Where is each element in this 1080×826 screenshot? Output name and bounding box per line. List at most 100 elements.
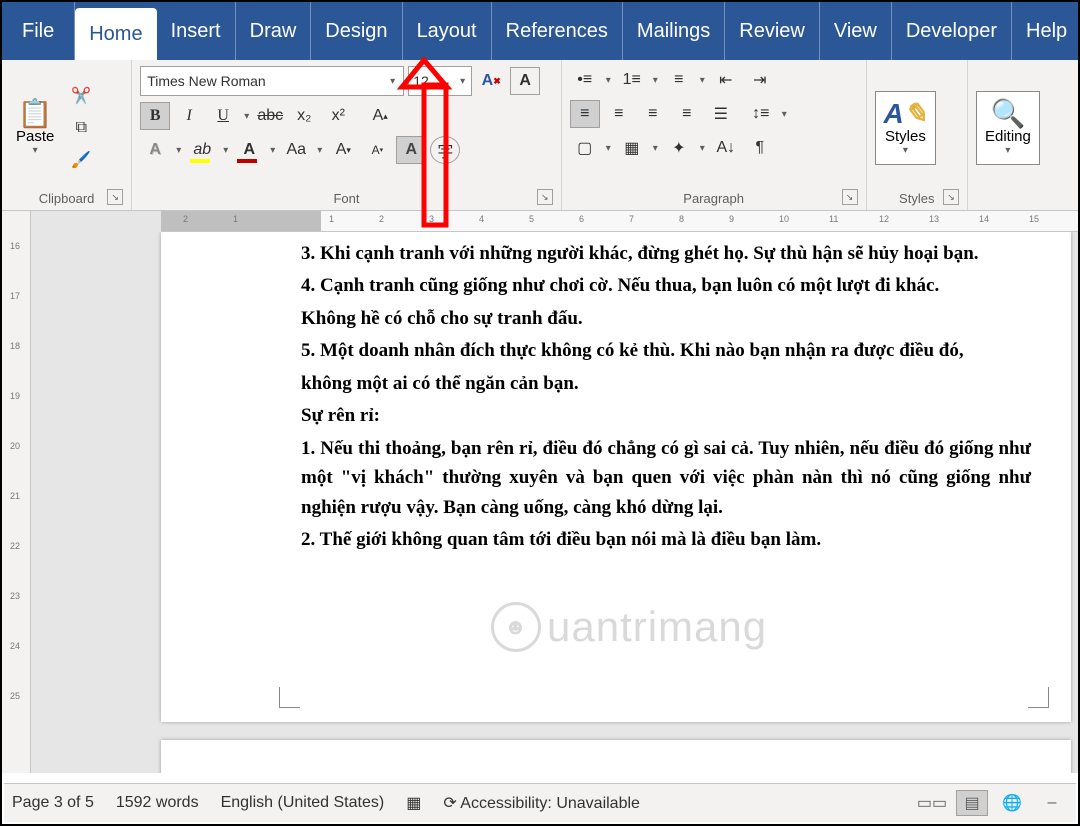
editing-button[interactable]: 🔍 Editing ▾ xyxy=(976,91,1040,165)
tab-view[interactable]: View xyxy=(820,2,892,60)
status-words[interactable]: 1592 words xyxy=(116,794,199,812)
clipboard-launcher-icon[interactable]: ↘ xyxy=(107,189,123,205)
editing-label: Editing xyxy=(985,128,1031,145)
status-accessibility[interactable]: ⟳ Accessibility: Unavailable xyxy=(443,793,640,813)
styles-launcher-icon[interactable]: ↘ xyxy=(943,189,959,205)
bold-button[interactable]: B xyxy=(140,102,170,130)
chevron-down-icon[interactable]: ▾ xyxy=(698,143,707,154)
status-bar: Page 3 of 5 1592 words English (United S… xyxy=(4,783,1076,822)
increase-indent-button[interactable]: ⇥ xyxy=(745,66,775,94)
font-launcher-icon[interactable]: ↘ xyxy=(537,189,553,205)
change-case-button[interactable]: Aa xyxy=(281,136,311,164)
grow-font-button[interactable]: A▴ xyxy=(365,102,395,130)
align-center-button[interactable]: ≡ xyxy=(604,100,634,128)
character-shading-button[interactable]: A xyxy=(396,136,426,164)
view-print-layout-button[interactable]: ▤ xyxy=(956,790,988,816)
hruler-tick: 11 xyxy=(829,214,838,224)
doc-heading: Sự rên rỉ: xyxy=(301,401,1031,430)
search-icon: 🔍 xyxy=(990,100,1025,128)
chevron-down-icon[interactable]: ▾ xyxy=(242,111,251,122)
accessibility-icon: ⟳ xyxy=(443,795,456,812)
tab-design[interactable]: Design xyxy=(311,2,402,60)
document-scroll[interactable]: 3. Khi cạnh tranh với những người khác, … xyxy=(31,232,1078,773)
status-language[interactable]: English (United States) xyxy=(221,794,385,812)
align-right-button[interactable]: ≡ xyxy=(638,100,668,128)
bullets-button[interactable]: •≡ xyxy=(570,66,600,94)
hruler-tick: 2 xyxy=(379,214,384,224)
chevron-down-icon[interactable]: ▾ xyxy=(604,143,613,154)
copy-button[interactable]: ⧉ xyxy=(66,114,96,142)
vruler-tick: 19 xyxy=(8,391,22,401)
vruler-tick: 23 xyxy=(8,591,22,601)
shading-button[interactable]: ▢ xyxy=(570,134,600,162)
tab-references[interactable]: References xyxy=(492,2,623,60)
chevron-down-icon[interactable]: ▾ xyxy=(174,145,183,156)
hruler-tick: 5 xyxy=(529,214,534,224)
superscript-button[interactable]: x² xyxy=(323,102,353,130)
format-painter-button[interactable]: 🖌️ xyxy=(66,146,96,174)
numbering-button[interactable]: 1≡ xyxy=(617,66,647,94)
view-web-layout-button[interactable]: 🌐 xyxy=(996,790,1028,816)
paste-button[interactable]: 📋 Paste ▾ xyxy=(10,96,60,160)
font-name-select[interactable]: Times New Roman ▾ xyxy=(140,66,404,96)
cut-button[interactable]: ✂️ xyxy=(66,82,96,110)
tab-help[interactable]: Help xyxy=(1012,2,1080,60)
view-read-mode-button[interactable]: ▭▭ xyxy=(916,790,948,816)
shrink-font-sm-button[interactable]: A▾ xyxy=(362,136,392,164)
multilevel-list-button[interactable]: ≡ xyxy=(664,66,694,94)
tab-mailings[interactable]: Mailings xyxy=(623,2,725,60)
doc-paragraph: không một ai có thể ngăn cản bạn. xyxy=(301,369,1031,398)
justify-button[interactable]: ≡ xyxy=(672,100,702,128)
vruler-tick: 16 xyxy=(8,241,22,251)
vertical-ruler[interactable]: 16 17 18 19 20 21 22 23 24 25 xyxy=(2,211,31,773)
tab-developer[interactable]: Developer xyxy=(892,2,1012,60)
tab-draw[interactable]: Draw xyxy=(236,2,312,60)
chevron-down-icon[interactable]: ▾ xyxy=(604,75,613,86)
chevron-down-icon[interactable]: ▾ xyxy=(315,145,324,156)
font-color-button[interactable]: A xyxy=(234,136,264,164)
subscript-button[interactable]: x₂ xyxy=(289,102,319,130)
line-spacing-button[interactable]: ↕≡ xyxy=(746,100,776,128)
distributed-button[interactable]: ☰ xyxy=(706,100,736,128)
character-border-button[interactable]: A xyxy=(510,67,540,95)
shrink-font-row2-button[interactable]: A▾ xyxy=(328,136,358,164)
document-page[interactable]: 3. Khi cạnh tranh với những người khác, … xyxy=(161,232,1071,722)
sort-button[interactable]: A↓ xyxy=(711,134,741,162)
tab-review[interactable]: Review xyxy=(725,2,820,60)
chevron-down-icon[interactable]: ▾ xyxy=(651,75,660,86)
underline-button[interactable]: U xyxy=(208,102,238,130)
horizontal-ruler[interactable]: 2 1 1 2 3 4 5 6 7 8 9 10 11 12 13 14 15 xyxy=(161,211,1078,232)
font-size-select[interactable]: 12 ▾ xyxy=(408,66,472,96)
strikethrough-button[interactable]: abc xyxy=(255,102,285,130)
borders-button[interactable]: ▦ xyxy=(617,134,647,162)
tab-file[interactable]: File xyxy=(2,2,75,60)
text-effects-button[interactable]: A xyxy=(140,136,170,164)
italic-button[interactable]: I xyxy=(174,102,204,130)
chevron-down-icon[interactable]: ▾ xyxy=(698,75,707,86)
tab-home[interactable]: Home xyxy=(75,8,156,60)
clear-formatting-button[interactable]: A✖ xyxy=(476,67,506,95)
group-label-font: Font ↘ xyxy=(140,189,553,208)
align-left-button[interactable]: ≡ xyxy=(570,100,600,128)
styles-button[interactable]: A✎ Styles ▾ xyxy=(875,91,937,165)
highlight-button[interactable]: ab xyxy=(187,136,217,164)
asian-layout-button[interactable]: ✦ xyxy=(664,134,694,162)
tab-insert[interactable]: Insert xyxy=(157,2,236,60)
decrease-indent-button[interactable]: ⇤ xyxy=(711,66,741,94)
chevron-down-icon[interactable]: ▾ xyxy=(780,109,789,120)
hruler-tick: 15 xyxy=(1029,214,1039,224)
show-hide-button[interactable]: ¶ xyxy=(745,134,775,162)
macro-recording-icon[interactable]: ▦ xyxy=(406,793,421,813)
hruler-tick: 8 xyxy=(679,214,684,224)
enclose-characters-button[interactable]: 字 xyxy=(430,136,460,164)
doc-paragraph: 2. Thế giới không quan tâm tới điều bạn … xyxy=(301,525,1031,554)
chevron-down-icon[interactable]: ▾ xyxy=(268,145,277,156)
tab-layout[interactable]: Layout xyxy=(403,2,492,60)
status-page[interactable]: Page 3 of 5 xyxy=(12,794,94,812)
paragraph-launcher-icon[interactable]: ↘ xyxy=(842,189,858,205)
chevron-down-icon[interactable]: ▾ xyxy=(221,145,230,156)
chevron-down-icon[interactable]: ▾ xyxy=(651,143,660,154)
zoom-out-button[interactable]: – xyxy=(1036,790,1068,816)
doc-paragraph: 4. Cạnh tranh cũng giống như chơi cờ. Nế… xyxy=(301,271,1031,300)
hruler-tick: 7 xyxy=(629,214,634,224)
